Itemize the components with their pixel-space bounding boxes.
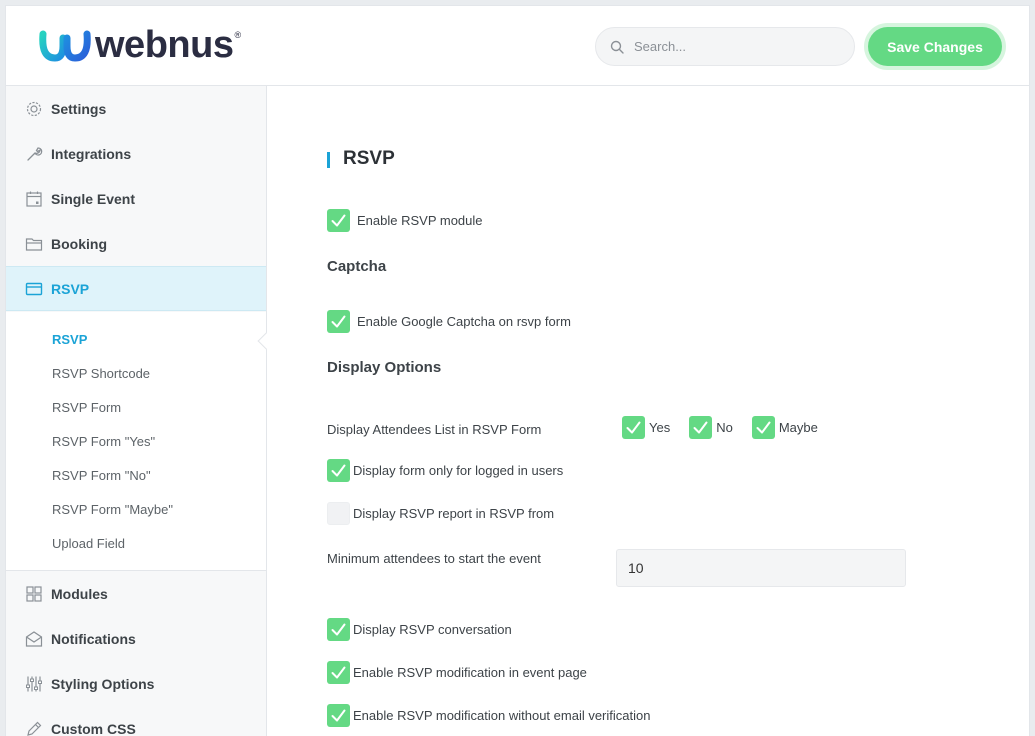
card-icon [25,280,43,298]
grid-icon [25,585,43,603]
rsvp-conversation-checkbox[interactable] [327,618,350,641]
sidebar-item-label: Single Event [51,190,136,207]
modification-no-email-label: Enable RSVP modification without email v… [353,708,651,723]
envelope-icon [25,630,43,648]
submenu-item-upload-field[interactable]: Upload Field [52,536,125,551]
checkmark-icon [756,421,771,434]
attendees-yes-label: Yes [649,420,671,435]
no-email-row: Enable RSVP modification without email v… [327,704,650,727]
sidebar-item-label: Modules [51,585,108,602]
modification-no-email-checkbox[interactable] [327,704,350,727]
sidebar-item-label: Settings [51,100,107,117]
display-options-heading: Display Options [327,359,442,376]
checkmark-icon [331,464,346,477]
sidebar-item-single-event[interactable]: Single Event [6,176,266,221]
sidebar-item-integrations[interactable]: Integrations [6,131,266,176]
rsvp-report-label: Display RSVP report in RSVP from [353,506,555,521]
sidebar: Settings Integrations Single Event Booki… [6,86,275,736]
checkmark-icon [331,214,346,227]
logged-in-only-label: Display form only for logged in users [353,463,564,478]
calendar-icon [25,190,43,208]
checkmark-icon [331,666,346,679]
sidebar-item-label: Integrations [51,145,132,162]
sidebar-item-modules[interactable]: Modules [6,571,266,616]
google-captcha-label: Enable Google Captcha on rsvp form [357,314,571,329]
page-title: RSVP [327,148,395,170]
logged-in-only-checkbox[interactable] [327,459,350,482]
submenu-item-rsvp-shortcode[interactable]: RSVP Shortcode [52,366,150,381]
wrench-icon [25,145,43,163]
search-input[interactable] [634,39,834,54]
folder-icon [25,235,43,253]
sidebar-item-label: Notifications [51,630,136,647]
sidebar-item-settings[interactable]: Settings [6,86,266,131]
attendees-no-label: No [716,420,733,435]
settings-window: webnus ® Save Changes Settings Integrati… [5,5,1030,736]
search-box[interactable] [595,27,855,66]
sidebar-item-notifications[interactable]: Notifications [6,616,266,661]
checkmark-icon [693,421,708,434]
attendees-yes-checkbox[interactable] [622,416,645,439]
enable-rsvp-checkbox[interactable] [327,209,350,232]
submenu-item-rsvp-form[interactable]: RSVP Form [52,400,121,415]
sliders-icon [25,675,43,693]
sidebar-item-label: Custom CSS [51,720,136,736]
save-changes-button[interactable]: Save Changes [868,27,1002,66]
main-content: RSVP Enable RSVP module Captcha Enable G… [268,86,1029,736]
attendees-list-label: Display Attendees List in RSVP Form [327,422,542,437]
sidebar-item-custom-css[interactable]: Custom CSS [6,706,266,736]
sidebar-item-styling-options[interactable]: Styling Options [6,661,266,706]
rsvp-modification-checkbox[interactable] [327,661,350,684]
submenu-item-rsvp-form-no[interactable]: RSVP Form "No" [52,468,151,483]
gear-icon [25,100,43,118]
captcha-heading: Captcha [327,258,387,275]
min-attendees-input[interactable] [616,549,906,587]
search-icon [610,40,624,54]
min-attendees-label: Minimum attendees to start the event [327,551,541,566]
attendees-no-checkbox[interactable] [689,416,713,439]
google-captcha-checkbox[interactable] [327,310,350,333]
conversation-row: Display RSVP conversation [327,618,512,641]
attendees-options: Yes No Maybe [622,416,818,439]
sidebar-item-label: RSVP [51,280,90,297]
sidebar-item-label: Booking [51,235,107,252]
checkmark-icon [626,421,641,434]
pencil-icon [25,720,43,736]
rsvp-conversation-label: Display RSVP conversation [353,622,512,637]
sidebar-item-booking[interactable]: Booking [6,221,266,266]
submenu-item-rsvp[interactable]: RSVP [52,332,87,347]
report-row: Display RSVP report in RSVP from [327,502,554,525]
submenu-item-rsvp-form-maybe[interactable]: RSVP Form "Maybe" [52,502,173,517]
rsvp-report-checkbox[interactable] [327,502,350,525]
registered-mark: ® [234,30,242,40]
logged-in-row: Display form only for logged in users [327,459,563,482]
enable-rsvp-row: Enable RSVP module [327,209,483,232]
rsvp-submenu: RSVP RSVP Shortcode RSVP Form RSVP Form … [6,312,266,571]
rsvp-modification-label: Enable RSVP modification in event page [353,665,587,680]
sidebar-item-rsvp[interactable]: RSVP [6,266,266,311]
captcha-row: Enable Google Captcha on rsvp form [327,310,571,333]
sidebar-item-label: Styling Options [51,675,155,692]
modification-row: Enable RSVP modification in event page [327,661,587,684]
attendees-maybe-label: Maybe [778,420,818,435]
enable-rsvp-label: Enable RSVP module [357,213,483,228]
webnus-logo-icon [39,30,91,62]
submenu-item-rsvp-form-yes[interactable]: RSVP Form "Yes" [52,434,155,449]
checkmark-icon [331,315,346,328]
header: webnus ® Save Changes [6,6,1029,86]
brand-logo: webnus ® [39,24,242,66]
brand-name: webnus [95,24,234,66]
attendees-maybe-checkbox[interactable] [751,416,775,439]
checkmark-icon [331,623,346,636]
checkmark-icon [331,709,346,722]
